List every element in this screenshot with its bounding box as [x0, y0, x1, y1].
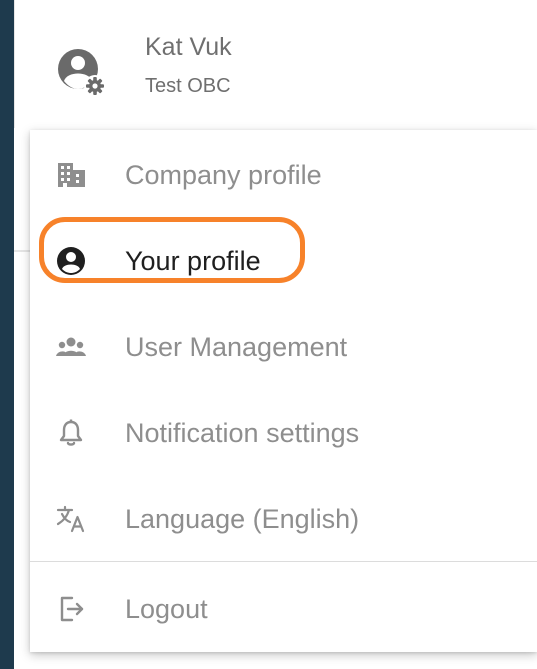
- menu-item-label: Company profile: [125, 160, 322, 190]
- logout-button[interactable]: Logout: [30, 577, 537, 641]
- users-icon: [56, 337, 86, 356]
- menu-item-label: Your profile: [125, 246, 261, 276]
- menu-item-user-management[interactable]: User Management: [30, 315, 537, 379]
- bell-icon: [59, 419, 83, 446]
- logout-label: Logout: [125, 594, 208, 624]
- building-icon: [58, 163, 85, 187]
- translate-icon: [56, 505, 85, 533]
- left-sidebar-edge: [0, 0, 14, 669]
- menu-item-label: User Management: [125, 332, 348, 362]
- menu-item-notification-settings[interactable]: Notification settings: [30, 401, 537, 465]
- menu-item-label: Notification settings: [125, 418, 360, 448]
- menu-item-language[interactable]: Language (English): [30, 487, 537, 551]
- user-circle-icon: [57, 247, 85, 275]
- user-header[interactable]: Kat Vuk Test OBC: [14, 0, 537, 128]
- user-name: Kat Vuk: [145, 33, 232, 61]
- menu-item-label: Language (English): [125, 504, 360, 534]
- user-settings-avatar-icon: [58, 49, 106, 97]
- menu-item-company-profile[interactable]: Company profile: [30, 143, 537, 207]
- menu-item-your-profile[interactable]: Your profile: [30, 217, 537, 293]
- menu-divider: [30, 561, 537, 562]
- logout-icon: [60, 596, 84, 622]
- profile-dropdown-menu: Company profile Your profile User Manage…: [30, 130, 537, 652]
- user-organization: Test OBC: [145, 75, 231, 97]
